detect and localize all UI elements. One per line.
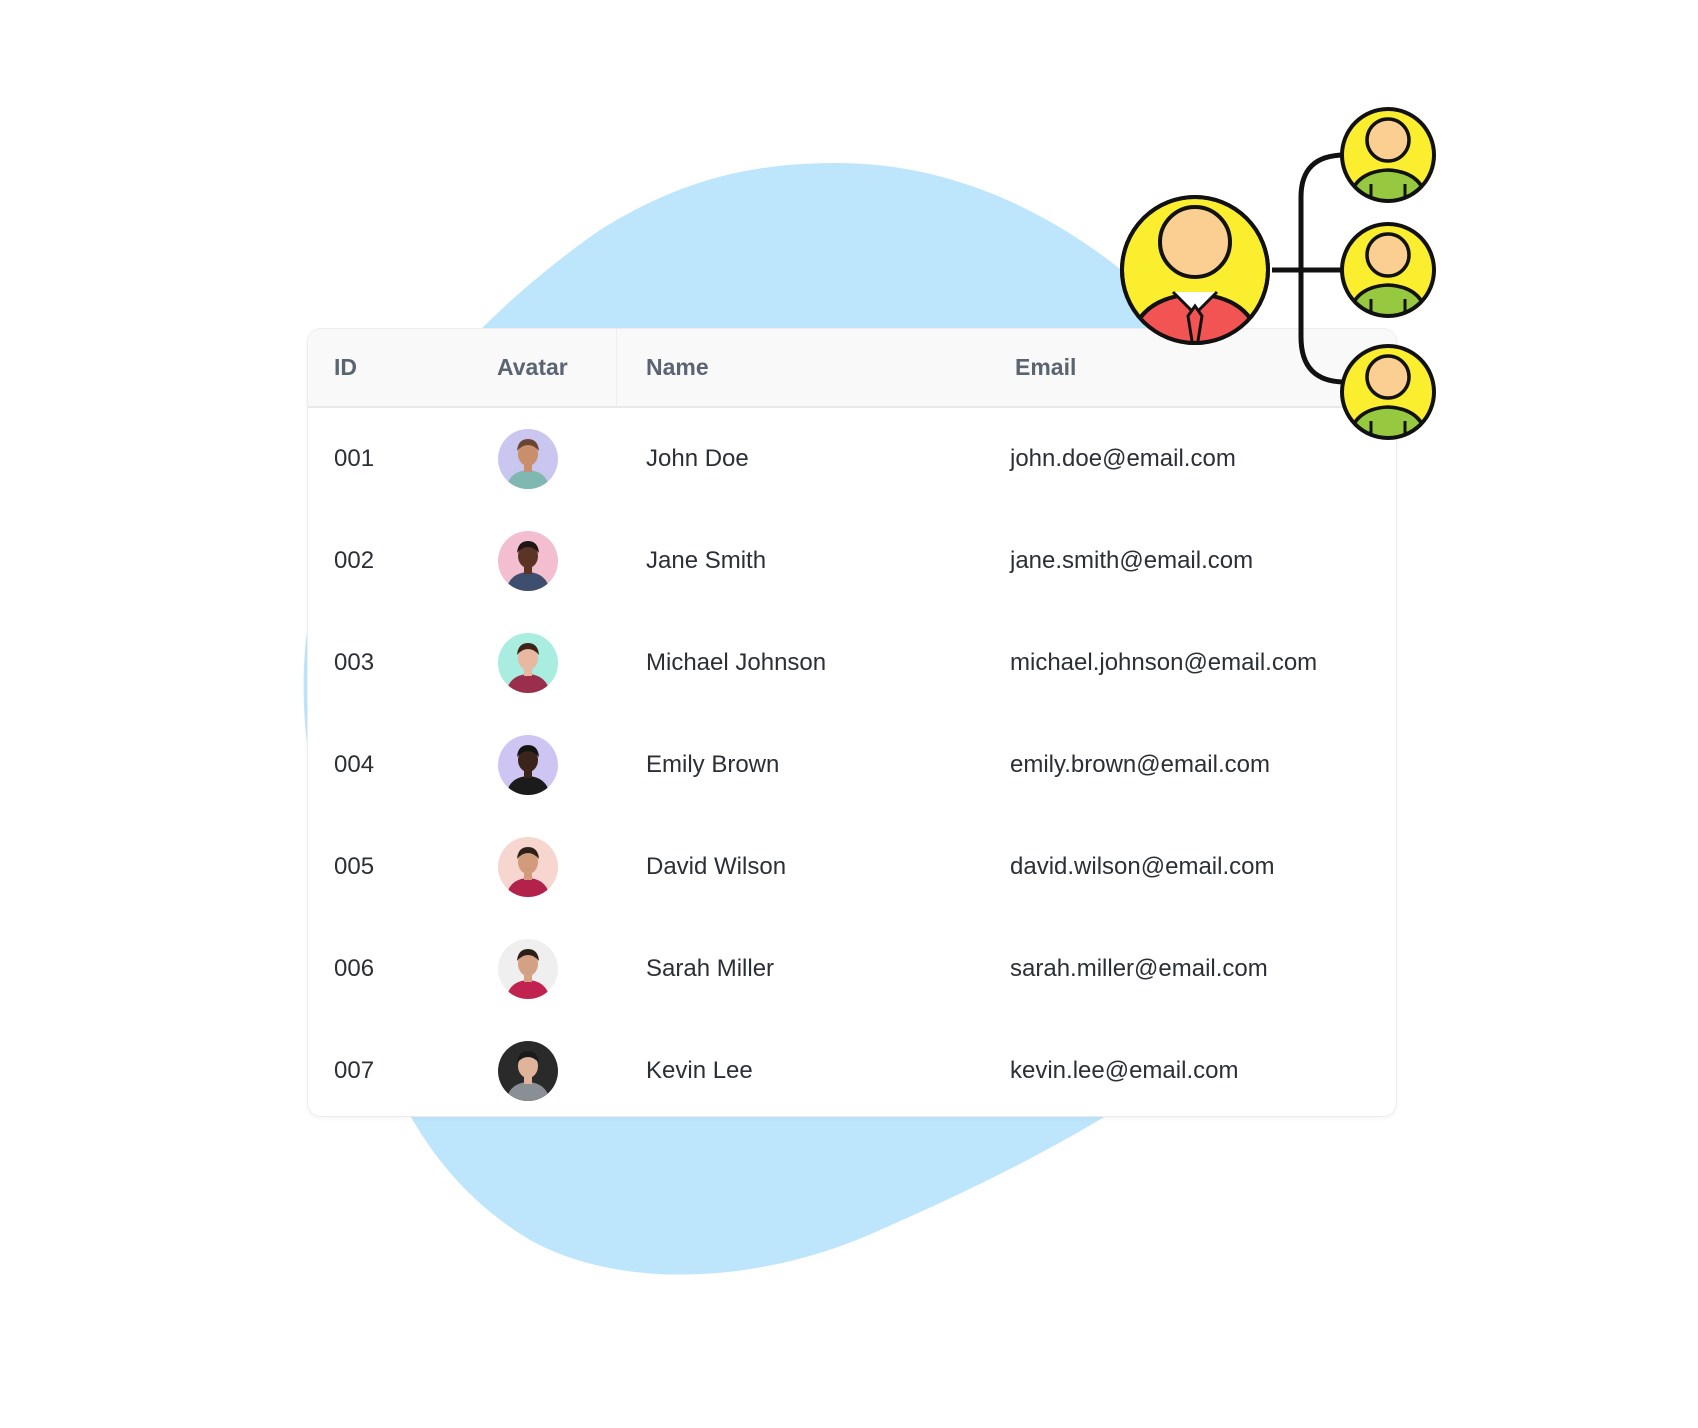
org-chart-icon (1120, 107, 1436, 440)
header-divider (616, 329, 617, 406)
cell-email[interactable]: david.wilson@email.com (1010, 816, 1274, 918)
table-row[interactable]: 006 Sarah Miller sarah.miller@email.com (308, 918, 1396, 1020)
cell-name: Emily Brown (646, 751, 780, 778)
cell-email[interactable]: jane.smith@email.com (1010, 510, 1253, 612)
header-id[interactable]: ID (334, 329, 357, 406)
cell-name: Michael Johnson (646, 649, 827, 676)
cell-id: 002 (334, 547, 375, 574)
table-row[interactable]: 005 David Wilson david.wilson@email.com (308, 816, 1396, 918)
header-avatar[interactable]: Avatar (497, 329, 568, 406)
avatar (498, 837, 558, 897)
table-row[interactable]: 003 Michael Johnson michael.johnson@email.… (308, 612, 1396, 714)
cell-name: John Doe (646, 445, 749, 472)
org-member-icon-2 (1340, 222, 1436, 318)
cell-name: Jane Smith (646, 547, 767, 574)
cell-id: 006 (334, 955, 375, 982)
cell-id: 003 (334, 649, 375, 676)
avatar (498, 735, 558, 795)
cell-id: 007 (334, 1057, 375, 1084)
avatar (498, 1041, 558, 1101)
org-member-icon-1 (1340, 107, 1436, 203)
cell-id: 005 (334, 853, 375, 880)
cell-email[interactable]: sarah.miller@email.com (1010, 918, 1268, 1020)
users-table: ID Avatar Name Email 001 John Doe john.doe… (307, 328, 1397, 1117)
header-name[interactable]: Name (646, 329, 709, 406)
avatar (498, 939, 558, 999)
cell-email[interactable]: emily.brown@email.com (1010, 714, 1270, 816)
cell-id: 001 (334, 445, 375, 472)
org-leader-icon (1120, 195, 1270, 345)
avatar (498, 531, 558, 591)
table-row[interactable]: 004 Emily Brown emily.brown@email.com (308, 714, 1396, 816)
cell-name: Kevin Lee (646, 1057, 753, 1084)
header-email[interactable]: Email (1015, 329, 1076, 406)
avatar (498, 633, 558, 693)
cell-email[interactable]: michael.johnson@email.com (1010, 612, 1317, 714)
cell-email[interactable]: kevin.lee@email.com (1010, 1020, 1238, 1116)
cell-id: 004 (334, 751, 375, 778)
table-row[interactable]: 007 Kevin Lee kevin.lee@email.com (308, 1020, 1396, 1116)
org-member-icon-3 (1340, 344, 1436, 440)
cell-name: David Wilson (646, 853, 787, 880)
table-row[interactable]: 002 Jane Smith jane.smith@email.com (308, 510, 1396, 612)
cell-name: Sarah Miller (646, 955, 775, 982)
avatar (498, 429, 558, 489)
